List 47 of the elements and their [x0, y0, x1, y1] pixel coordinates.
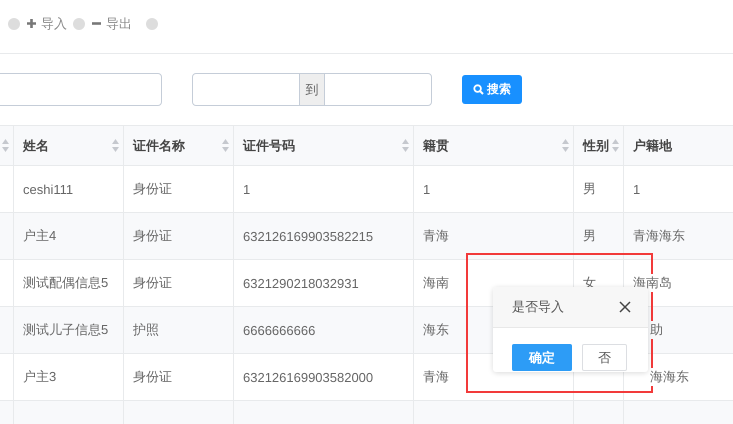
- column-header: 户籍地: [633, 136, 672, 154]
- column-header: 证件号码: [243, 136, 295, 154]
- table-cell: 身份证: [133, 227, 172, 245]
- sort-icon[interactable]: [2, 139, 9, 152]
- table-cell: 海南: [423, 274, 449, 292]
- dot-icon: [8, 18, 20, 30]
- table-cell: 身份证: [133, 274, 172, 292]
- search-button[interactable]: 搜索: [462, 74, 522, 104]
- table-cell: 户主3: [23, 368, 56, 386]
- table-cell: 6666666666: [243, 322, 316, 338]
- plus-icon: [26, 18, 37, 29]
- keyword-field[interactable]: [0, 73, 162, 106]
- close-icon[interactable]: [619, 301, 631, 313]
- sort-icon[interactable]: [402, 139, 409, 152]
- cancel-button[interactable]: 否: [582, 344, 627, 371]
- table-cell: 海东: [423, 321, 449, 339]
- table-cell: 测试儿子信息5: [23, 321, 108, 339]
- export-link[interactable]: 导出: [91, 14, 132, 32]
- search-icon: [473, 84, 484, 94]
- table-cell: 身份证: [133, 368, 172, 386]
- popover-title: 是否导入: [512, 298, 564, 316]
- table-cell: 632126169903582215: [243, 228, 374, 244]
- table-cell: 青海海东: [633, 227, 685, 245]
- table-cell: 测试配偶信息5: [23, 274, 108, 292]
- table-cell: 护照: [133, 321, 159, 339]
- column-header: 性别: [583, 136, 609, 154]
- table-cell: 身份证: [133, 180, 172, 198]
- dot-icon: [73, 18, 85, 30]
- table-cell: 青海: [423, 227, 449, 245]
- table-cell: 户主4: [23, 227, 56, 245]
- sort-icon[interactable]: [112, 139, 119, 152]
- table-cell: 青海: [423, 368, 449, 386]
- table-cell: ceshi111: [23, 182, 74, 196]
- sort-icon[interactable]: [562, 139, 569, 152]
- sort-icon[interactable]: [222, 139, 229, 152]
- date-range-field[interactable]: 到: [192, 73, 432, 106]
- confirm-button[interactable]: 确定: [512, 344, 572, 371]
- column-header: 姓名: [23, 136, 49, 154]
- sort-icon[interactable]: [612, 139, 619, 152]
- table-cell: 助: [650, 321, 663, 339]
- dot-icon: [146, 18, 158, 30]
- column-header: 籍贯: [423, 136, 449, 154]
- table-cell: 6321290218032931: [243, 276, 359, 290]
- import-link[interactable]: 导入: [26, 14, 67, 32]
- table-cell: 632126169903582000: [243, 370, 374, 384]
- table-cell: 海海东: [650, 368, 689, 386]
- column-header: 证件名称: [133, 136, 185, 154]
